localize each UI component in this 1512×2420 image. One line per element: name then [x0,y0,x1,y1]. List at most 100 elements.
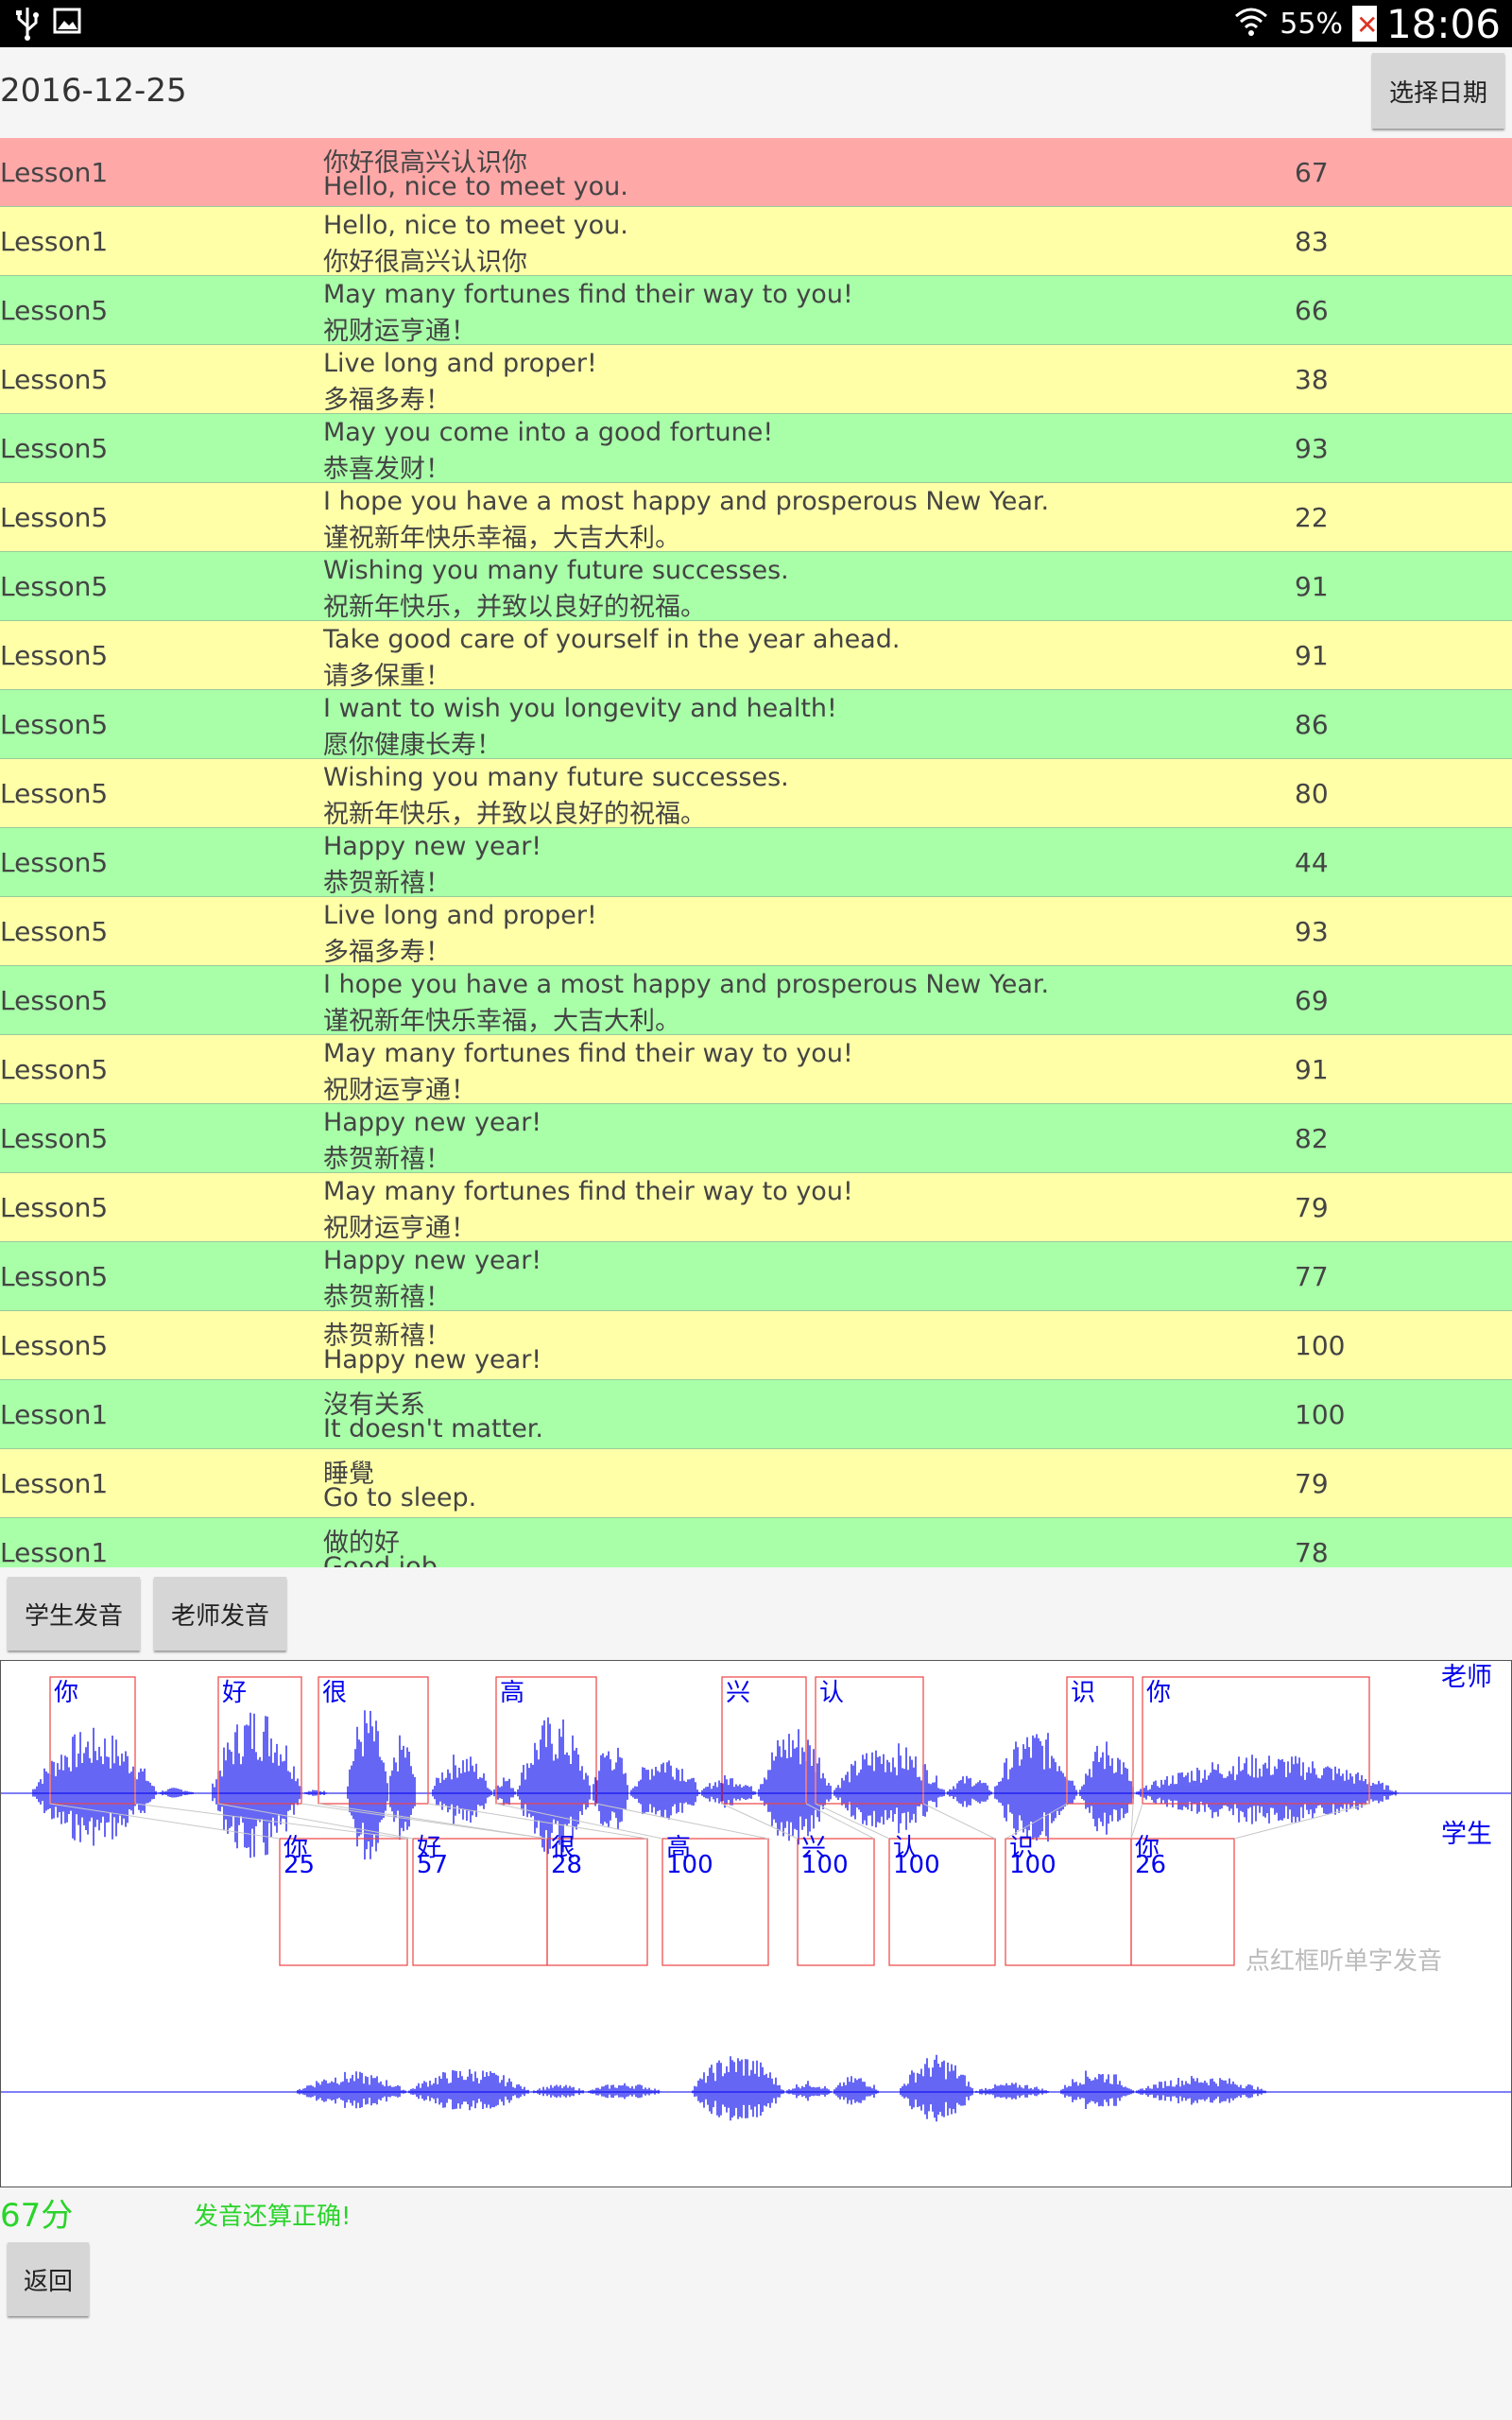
lesson-label: Lesson5 [0,1330,109,1361]
waveform-panel[interactable]: 你好很高兴认识你你 25 好 57 很 28 高 100 兴 100 认 100 识 100 你 26 老师 学生… [0,1660,1512,2187]
list-item[interactable]: Lesson1 沒有关系 It doesn't matter. 100 [0,1380,1512,1449]
teacher-label: 老师 [1441,1663,1492,1692]
list-item[interactable]: Lesson1 你好很高兴认识你 Hello, nice to meet you. 6… [0,138,1512,207]
row-score: 91 [1295,571,1329,602]
list-item[interactable]: Lesson5 Wishing you many future successes… [0,552,1512,622]
student-waveform [975,2083,1049,2100]
row-score: 67 [1295,157,1329,188]
teacher-waveform [158,1788,194,1798]
student-pronunciation-button[interactable]: 学生发音 [8,1577,140,1651]
sentence-line-1: Live long and proper! [323,901,597,930]
waveform-canvas[interactable]: 你好很高兴认识你你25好57很28高100兴100认100识100你26老师学生… [1,1661,1511,2187]
student-label: 学生 [1441,1820,1492,1849]
teacher-waveform [304,1789,329,1796]
lesson-label: Lesson5 [0,640,109,671]
row-score: 100 [1295,1330,1346,1361]
teacher-char-label: 认 [819,1679,844,1707]
list-item[interactable]: Lesson5 Live long and proper! 多福多寿！ 93 [0,897,1512,967]
student-waveform [531,2084,586,2098]
sentence-line-2: 愿你健康长寿！ [323,731,502,760]
sentence-line-1: I want to wish you longevity and health! [323,694,837,723]
lesson-label: Lesson5 [0,916,109,947]
list-item[interactable]: Lesson5 I hope you have a most happy and … [0,966,1512,1036]
list-item[interactable]: Lesson5 May you come into a good fortune!… [0,414,1512,484]
tap-hint: 点红框听单字发音 [1246,1947,1442,1976]
result-message: 发音还算正确! [194,2203,352,2231]
sentence-line-2: 恭喜发财！ [323,455,451,484]
student-waveform [786,2081,832,2101]
student-waveform [408,2069,529,2111]
lesson-label: Lesson5 [0,709,109,740]
list-item[interactable]: Lesson5 Happy new year! 恭贺新禧！ 77 [0,1242,1512,1312]
sentence-line-1: Take good care of yourself in the year a… [323,625,901,654]
teacher-char-label: 好 [222,1679,247,1707]
teacher-char-label: 很 [322,1679,347,1707]
clock: 18:06 [1385,0,1501,47]
battery-percent: 55% [1280,7,1343,41]
list-item[interactable]: Lesson1 睡覺 Go to sleep. 79 [0,1449,1512,1518]
row-score: 79 [1295,1192,1329,1223]
sentence-line-2: 谨祝新年快乐幸福，大吉大利。 [323,524,680,553]
teacher-char-label: 你 [1146,1679,1171,1707]
student-waveform [1060,2070,1134,2109]
list-item[interactable]: Lesson1 做的好 Good job 78 [0,1518,1512,1567]
image-icon [53,6,81,45]
sentence-line-2: 你好很高兴认识你 [323,248,527,277]
sentence-line-1: May you come into a good fortune! [323,418,774,447]
lesson-label: Lesson5 [0,295,109,326]
alignment-line [495,1803,663,1840]
student-waveform [692,2056,784,2121]
list-item[interactable]: Lesson5 Take good care of yourself in the… [0,621,1512,691]
status-bar: 55% ✕ 18:06 [0,0,1512,47]
list-item[interactable]: Lesson5 I want to wish you longevity and … [0,690,1512,760]
list-item[interactable]: Lesson5 I hope you have a most happy and … [0,483,1512,553]
sentence-line-2: Hello, nice to meet you. [323,172,628,201]
lesson-label: Lesson5 [0,364,109,395]
back-button[interactable]: 返回 [8,2242,89,2316]
alignment-line [1233,1803,1370,1840]
sentence-line-1: Happy new year! [323,1108,542,1137]
teacher-pronunciation-button[interactable]: 老师发音 [154,1577,286,1651]
sentence-line-2: 多福多寿！ [323,386,451,415]
lesson-label: Lesson1 [0,1537,109,1567]
lesson-label: Lesson1 [0,1399,109,1430]
lesson-label: Lesson1 [0,226,109,257]
sentence-line-2: It doesn't matter. [323,1414,544,1443]
lesson-label: Lesson5 [0,778,109,809]
teacher-waveform [389,1735,416,1841]
wifi-icon [1232,5,1270,43]
student-waveform [588,2083,662,2100]
list-item[interactable]: Lesson5 Happy new year! 恭贺新禧！ 82 [0,1104,1512,1174]
select-date-button[interactable]: 选择日期 [1372,53,1504,129]
teacher-char-label: 识 [1071,1679,1095,1707]
list-item[interactable]: Lesson5 Live long and proper! 多福多寿！ 38 [0,345,1512,415]
teacher-waveform [994,1733,1077,1842]
alignment-line [721,1803,799,1840]
list-item[interactable]: Lesson5 Wishing you many future successes… [0,759,1512,829]
sentence-line-2: 祝新年快乐，并致以良好的祝福。 [323,800,706,829]
lesson-label: Lesson1 [0,157,109,188]
list-item[interactable]: Lesson1 Hello, nice to meet you. 你好很高兴认识你 8… [0,207,1512,277]
list-item[interactable]: Lesson5 May many fortunes find their way … [0,1173,1512,1243]
alignment-line [922,1803,996,1840]
list-item[interactable]: Lesson5 May many fortunes find their way … [0,1035,1512,1105]
row-score: 93 [1295,916,1329,947]
sentence-line-2: 恭贺新禧！ [323,1283,451,1312]
list-item[interactable]: Lesson5 恭贺新禧！ Happy new year! 100 [0,1311,1512,1380]
row-score: 80 [1295,778,1329,809]
row-score: 91 [1295,1054,1329,1085]
sentence-line-2: 恭贺新禧！ [323,1145,451,1174]
sentence-line-1: Live long and proper! [323,349,597,378]
battery-icon: ✕ [1351,6,1378,42]
lesson-label: Lesson5 [0,985,109,1016]
list-item[interactable]: Lesson5 Happy new year! 恭贺新禧！ 44 [0,828,1512,898]
selected-date: 2016-12-25 [0,72,187,110]
teacher-waveform [1079,1741,1134,1835]
teacher-waveform [593,1747,628,1830]
row-score: 83 [1295,226,1329,257]
record-list[interactable]: Lesson1 你好很高兴认识你 Hello, nice to meet you. 6… [0,138,1512,1567]
usb-icon [13,6,42,45]
row-score: 69 [1295,985,1329,1016]
list-item[interactable]: Lesson5 May many fortunes find their way … [0,276,1512,346]
sentence-line-1: Hello, nice to meet you. [323,211,628,240]
